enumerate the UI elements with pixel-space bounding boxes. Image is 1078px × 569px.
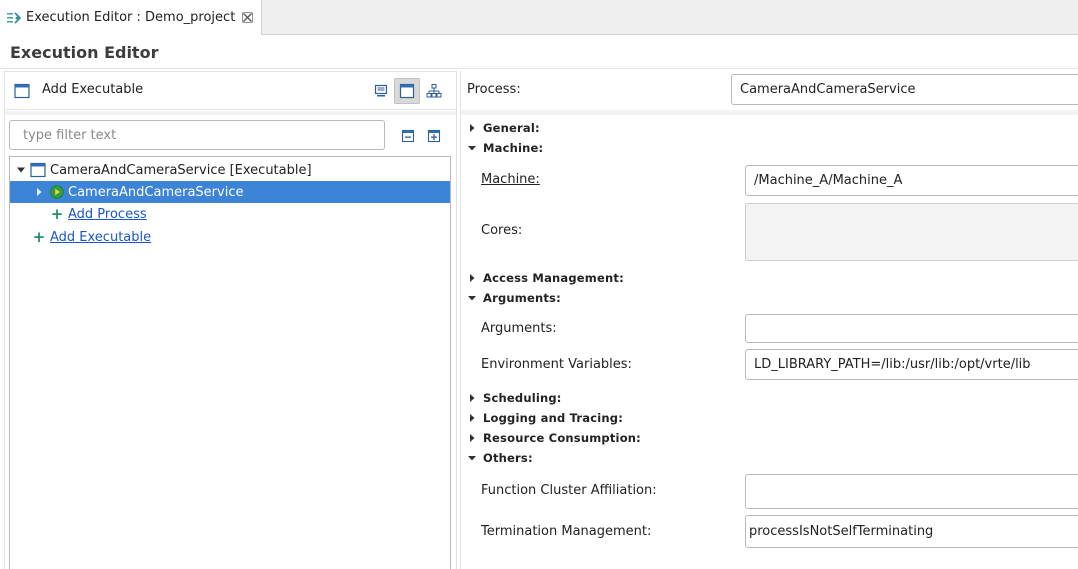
machine-field[interactable]: /Machine_A/Machine_A [745,165,1078,196]
tree-root-label: CameraAndCameraService [Executable] [50,162,312,178]
spacer [5,111,456,115]
editor-tab[interactable]: Execution Editor : Demo_project [0,0,262,35]
filter-input[interactable] [9,120,385,150]
right-pane: Process: CameraAndCameraService General:… [460,71,1078,569]
environment-variables-field[interactable]: LD_LIBRARY_PATH=/lib:/usr/lib:/opt/vrte/… [745,349,1078,380]
chevron-down-icon[interactable] [467,453,477,463]
hierarchy-icon[interactable] [421,78,447,104]
section-others[interactable]: Others: [467,449,533,467]
close-icon[interactable] [241,12,253,24]
arguments-label: Arguments: [481,321,557,336]
chevron-right-icon[interactable] [467,273,477,283]
section-general-label: General: [483,121,540,135]
section-arguments-label: Arguments: [483,291,561,305]
machine-link[interactable]: Machine: [481,172,540,187]
tree-item-process[interactable]: CameraAndCameraService [10,181,450,203]
section-scheduling-label: Scheduling: [483,391,562,405]
section-machine-label: Machine: [483,141,544,155]
add-executable-row[interactable]: + Add Executable [10,226,450,248]
section-resource-label: Resource Consumption: [483,431,641,445]
divider [0,68,1078,69]
section-logging-label: Logging and Tracing: [483,411,624,425]
process-field[interactable]: CameraAndCameraService [731,74,1078,105]
editor-tab-bar: Execution Editor : Demo_project [0,0,1078,35]
collapse-all-icon[interactable] [400,128,416,144]
run-process-icon [50,185,64,199]
chevron-down-icon[interactable] [467,143,477,153]
plus-icon: + [50,204,64,223]
process-row: Process: CameraAndCameraService [461,71,1078,109]
chevron-down-icon[interactable] [467,293,477,303]
section-resource[interactable]: Resource Consumption: [467,429,641,447]
add-process-link[interactable]: Add Process [68,207,147,222]
expand-all-icon[interactable] [426,128,442,144]
execution-editor-icon [6,10,22,26]
section-machine[interactable]: Machine: [467,139,543,157]
tree-root-executable[interactable]: CameraAndCameraService [Executable] [10,159,450,181]
left-pane: Add Executable type filter text CameraAn… [4,71,457,569]
window-view-icon[interactable] [394,78,420,104]
section-others-label: Others: [483,451,533,465]
chevron-right-icon[interactable] [467,123,477,133]
termination-management-field[interactable]: processIsNotSelfTerminating [745,515,1078,548]
add-executable-link[interactable]: Add Executable [50,230,151,245]
window-icon[interactable] [14,83,30,99]
executable-tree: CameraAndCameraService [Executable] Came… [9,156,451,569]
monitor-icon[interactable] [368,78,394,104]
spacer [461,110,1078,115]
plus-icon: + [32,227,46,246]
add-process-row[interactable]: + Add Process [10,203,450,225]
window-icon [30,162,46,178]
tree-item-label: CameraAndCameraService [68,184,244,200]
tab-title: Execution Editor : Demo_project [26,10,236,25]
cores-field[interactable] [745,203,1078,261]
chevron-right-icon[interactable] [467,393,477,403]
process-label: Process: [467,82,521,97]
chevron-right-icon[interactable] [467,413,477,423]
chevron-down-icon[interactable] [16,165,26,175]
left-header: Add Executable [5,72,456,110]
function-cluster-affiliation-field[interactable] [745,474,1078,509]
section-access-management[interactable]: Access Management: [467,269,624,287]
cores-label: Cores: [481,223,523,238]
section-access-label: Access Management: [483,271,624,285]
function-cluster-affiliation-label: Function Cluster Affiliation: [481,483,657,498]
page-title: Execution Editor [10,43,159,62]
arguments-field[interactable] [745,314,1078,343]
section-scheduling[interactable]: Scheduling: [467,389,562,407]
chevron-right-icon[interactable] [467,433,477,443]
section-general[interactable]: General: [467,119,540,137]
section-arguments[interactable]: Arguments: [467,289,561,307]
chevron-right-icon[interactable] [34,187,44,197]
environment-variables-label: Environment Variables: [481,357,632,372]
add-executable-label[interactable]: Add Executable [42,82,143,97]
section-logging[interactable]: Logging and Tracing: [467,409,623,427]
termination-management-label: Termination Management: [481,524,652,539]
